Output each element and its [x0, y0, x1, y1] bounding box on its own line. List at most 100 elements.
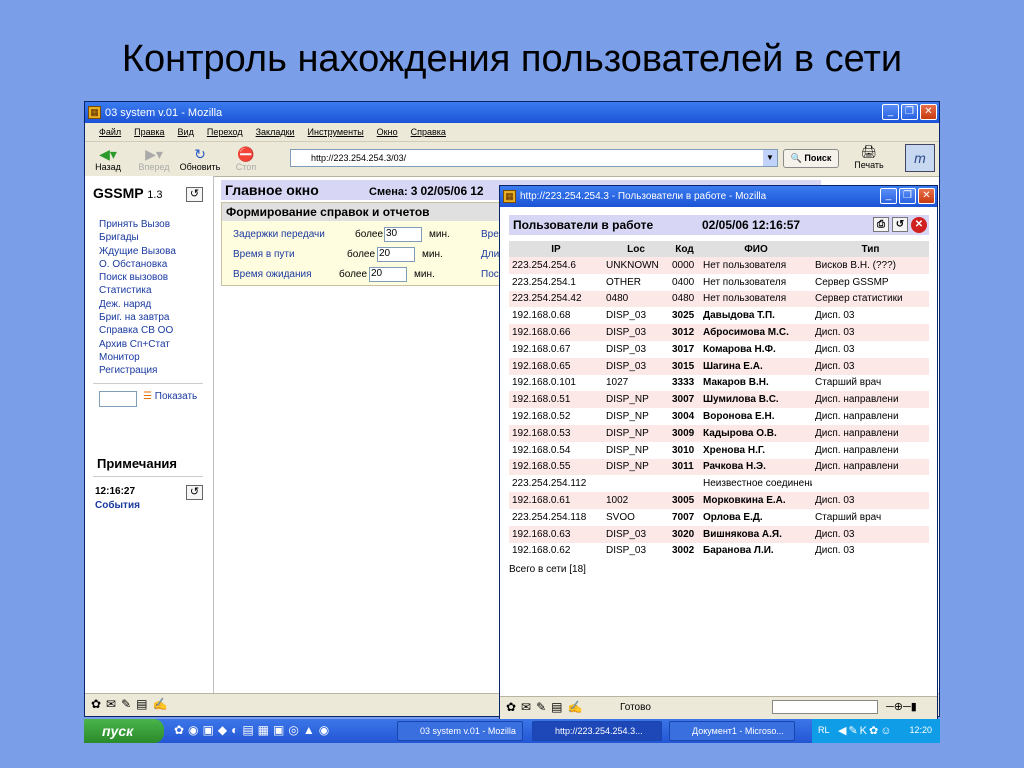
delay-input[interactable]: 30	[384, 227, 422, 242]
minimize-button[interactable]: _	[880, 188, 897, 204]
travel-time-input[interactable]: 20	[377, 247, 415, 262]
menu-window[interactable]: Окно	[377, 127, 398, 137]
table-row[interactable]: 192.168.0.62 DISP_03 3002 Баранова Л.И. Дисп…	[509, 542, 929, 560]
sidebar-item-monitor[interactable]: Монитор	[99, 351, 176, 364]
cell-ip: 192.168.0.51	[509, 391, 603, 409]
print-button[interactable]: 🖨 Печать	[849, 144, 889, 170]
cell-code: 3004	[669, 408, 700, 425]
sidebar-item-archive[interactable]: Архив Сп+Стат	[99, 338, 176, 351]
sidebar-item-accept-call[interactable]: Принять Вызов	[99, 218, 176, 231]
sidebar-item-situation[interactable]: О. Обстановка	[99, 258, 176, 271]
show-button[interactable]: ☰ Показать	[143, 391, 197, 402]
close-icon[interactable]: ✕	[911, 217, 927, 233]
sidebar-item-search-calls[interactable]: Поиск вызовов	[99, 271, 176, 284]
refresh-icon[interactable]: ↺	[892, 217, 908, 232]
url-input[interactable]: http://223.254.254.3/03/ ▼	[290, 149, 778, 167]
table-row[interactable]: 192.168.0.65 DISP_03 3015 Шагина Е.А. Дисп. …	[509, 357, 929, 375]
table-row[interactable]: 223.254.254.118 SVOO 7007 Орлова Е.Д. Старши…	[509, 508, 929, 526]
menu-tools[interactable]: Инструменты	[308, 127, 364, 137]
table-row[interactable]: 223.254.254.6 UNKNOWN 0000 Нет пользователя…	[509, 257, 929, 274]
cell-name: Баранова Л.И.	[700, 542, 812, 560]
table-row[interactable]: 223.254.254.1 OTHER 0400 Нет пользователя Се…	[509, 273, 929, 291]
menu-edit[interactable]: Правка	[134, 127, 164, 137]
start-button[interactable]: пуск	[84, 719, 164, 743]
slide-title: Контроль нахождения пользователей в сети	[121, 38, 903, 80]
stop-button[interactable]: ⛔ Стоп	[223, 146, 269, 172]
table-row[interactable]: 192.168.0.61 1002 3005 Морковкина Е.А. Дисп.…	[509, 492, 929, 509]
cell-code: 7007	[669, 508, 700, 526]
component-bar-icons[interactable]: ✿✉✎▤✍	[506, 700, 587, 714]
task-word-document[interactable]: Документ1 - Microso...	[669, 721, 795, 741]
sidebar-item-duty[interactable]: Деж. наряд	[99, 298, 176, 311]
back-button[interactable]: ◀▾ Назад	[85, 146, 131, 172]
cell-type: Дисп. 03	[812, 542, 929, 560]
cell-name: Орлова Е.Д.	[700, 508, 812, 526]
table-row[interactable]: 192.168.0.67 DISP_03 3017 Комарова Н.Ф. Дисп…	[509, 340, 929, 358]
cell-name: Рачкова Н.Э.	[700, 458, 812, 476]
sidebar-item-statistics[interactable]: Статистика	[99, 284, 176, 297]
cell-loc: 1027	[603, 374, 669, 392]
table-row[interactable]: 223.254.254.42 0480 0480 Нет пользователя Се…	[509, 290, 929, 308]
table-row[interactable]: 223.254.254.112 Неизвестное соединение	[509, 475, 929, 493]
users-datetime: 02/05/06 12:16:57	[702, 218, 801, 232]
cell-type: Старший врач	[812, 508, 929, 526]
table-row[interactable]: 192.168.0.55 DISP_NP 3011 Рачкова Н.Э. Дисп.…	[509, 458, 929, 476]
wait-time-input[interactable]: 20	[369, 267, 407, 282]
sidebar-refresh-icon[interactable]: ↺	[186, 187, 203, 202]
total-online: Всего в сети [18]	[509, 564, 586, 575]
search-button[interactable]: 🔍 Поиск	[783, 149, 839, 168]
menu-view[interactable]: Вид	[178, 127, 194, 137]
language-indicator[interactable]: RL	[818, 725, 830, 735]
table-row[interactable]: 192.168.0.66 DISP_03 3012 Абросимова М.С. Ди…	[509, 324, 929, 341]
events-link[interactable]: События	[95, 500, 140, 511]
cell-ip: 192.168.0.66	[509, 324, 603, 341]
menu-go[interactable]: Переход	[207, 127, 243, 137]
task-main-window[interactable]: 03 system v.01 - Mozilla	[397, 721, 523, 741]
notes-refresh-icon[interactable]: ↺	[186, 485, 203, 500]
cell-loc: DISP_03	[603, 340, 669, 358]
forward-button[interactable]: ▶▾ Вперед	[131, 146, 177, 172]
cell-name: Хренова Н.Г.	[700, 441, 812, 459]
sidebar: GSSMP 1.3 ↺ Принять Вызов Бригады Ждущие…	[85, 176, 214, 696]
cell-type: Дисп. направлени	[812, 441, 929, 459]
maximize-button[interactable]: ❐	[901, 104, 918, 120]
cell-ip: 192.168.0.53	[509, 424, 603, 442]
menu-bookmarks[interactable]: Закладки	[256, 127, 295, 137]
cell-name: Давыдова Т.П.	[700, 307, 812, 325]
menu-help[interactable]: Справка	[411, 127, 446, 137]
quick-launch-icons[interactable]: ✿◉▣◆◐▤▦▣◎▲◉	[174, 723, 333, 737]
cell-loc: DISP_03	[603, 525, 669, 543]
main-titlebar[interactable]: ▦ 03 system v.01 - Mozilla _ ❐ ✕	[85, 102, 939, 123]
table-row[interactable]: 192.168.0.54 DISP_NP 3010 Хренова Н.Г. Дисп.…	[509, 441, 929, 459]
table-row[interactable]: 192.168.0.63 DISP_03 3020 Вишнякова А.Я. Дис…	[509, 525, 929, 543]
search-icon: 🔍	[790, 153, 802, 163]
minimize-button[interactable]: _	[882, 104, 899, 120]
component-bar-icons[interactable]: ✿✉✎▤✍	[91, 697, 172, 711]
menu-file[interactable]: Файл	[99, 127, 121, 137]
sidebar-item-brig-tomorrow[interactable]: Бриг. на завтра	[99, 311, 176, 324]
reload-button[interactable]: ↻ Обновить	[177, 146, 223, 172]
maximize-button[interactable]: ❐	[899, 188, 916, 204]
cell-name: Кадырова О.В.	[700, 424, 812, 442]
sidebar-item-registration[interactable]: Регистрация	[99, 364, 176, 377]
task-popup-window[interactable]: http://223.254.254.3...	[532, 721, 662, 741]
table-row[interactable]: 192.168.0.51 DISP_NP 3007 Шумилова В.С. Дисп…	[509, 391, 929, 409]
cell-type: Дисп. направлени	[812, 391, 929, 409]
sidebar-item-reference[interactable]: Справка СВ ОО	[99, 324, 176, 337]
table-row[interactable]: 192.168.0.101 1027 3333 Макаров В.Н. Старший…	[509, 374, 929, 392]
print-icon[interactable]: ⎙	[873, 217, 889, 232]
table-row[interactable]: 192.168.0.53 DISP_NP 3009 Кадырова О.В. Дисп…	[509, 424, 929, 442]
cell-name: Нет пользователя	[700, 290, 812, 308]
sidebar-item-brigades[interactable]: Бригады	[99, 231, 176, 244]
cell-code: 3007	[669, 391, 700, 409]
table-row[interactable]: 192.168.0.68 DISP_03 3025 Давыдова Т.П. Дисп…	[509, 307, 929, 325]
popup-titlebar[interactable]: ▦ http://223.254.254.3 - Пользователи в …	[500, 186, 937, 207]
show-input[interactable]	[99, 391, 137, 407]
cell-loc: SVOO	[603, 508, 669, 526]
sidebar-item-waiting-calls[interactable]: Ждущие Вызова	[99, 245, 176, 258]
url-dropdown-icon[interactable]: ▼	[763, 150, 777, 166]
table-row[interactable]: 192.168.0.52 DISP_NP 3004 Воронова Е.Н. Дисп…	[509, 408, 929, 425]
close-button[interactable]: ✕	[920, 104, 937, 120]
tray-icons[interactable]: ◀✎K✿☺	[838, 724, 893, 737]
close-button[interactable]: ✕	[918, 188, 935, 204]
